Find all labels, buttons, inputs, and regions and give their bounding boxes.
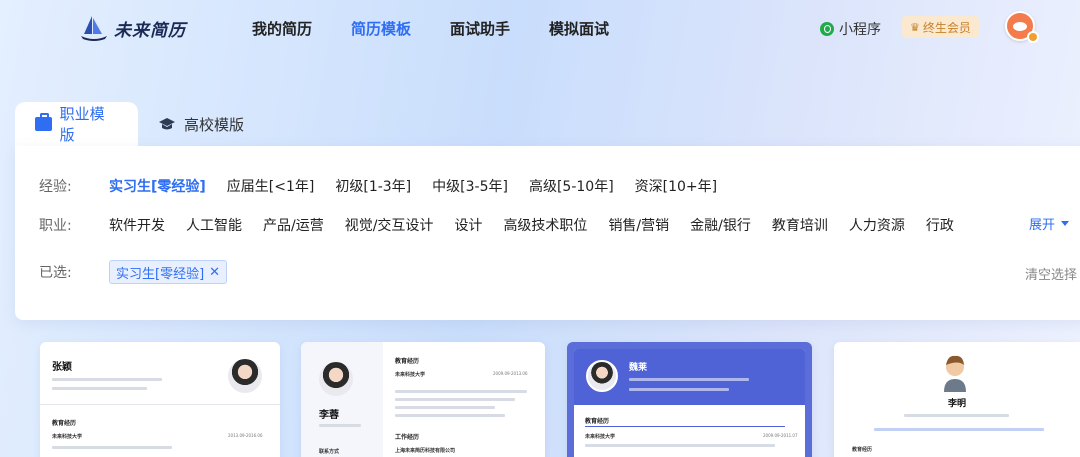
card-school: 未来科技大学	[585, 434, 616, 440]
filter-panel: 经验: 实习生[零经验] 应届生[<1年] 初级[1-3年] 中级[3-5年] …	[15, 146, 1080, 320]
card-school: 未来科技大学	[52, 434, 83, 440]
card-section-title: 教育经历	[395, 358, 420, 365]
card-section-title: 工作经历	[395, 434, 420, 441]
experience-filter-row: 经验: 实习生[零经验] 应届生[<1年] 初级[1-3年] 中级[3-5年] …	[39, 176, 738, 196]
experience-option[interactable]: 资深[10+年]	[635, 176, 717, 196]
card-company: 上海未来简历科技有限公司	[395, 448, 456, 454]
nav-interview-assistant[interactable]: 面试助手	[450, 18, 510, 39]
tab-college-templates[interactable]: 高校模版	[138, 102, 264, 146]
experience-option[interactable]: 初级[1-3年]	[335, 176, 411, 196]
card-date: 2009.09-2011.07	[763, 433, 798, 438]
tab-career-templates[interactable]: 职业模版	[15, 102, 138, 146]
experience-option[interactable]: 中级[3-5年]	[432, 176, 508, 196]
career-option[interactable]: 金融/银行	[690, 215, 751, 235]
career-option[interactable]: 软件开发	[109, 215, 165, 235]
vip-label: 终生会员	[922, 20, 971, 35]
card-school: 未来科技大学	[395, 372, 426, 378]
card-date: 2013.09-2016.06	[228, 433, 263, 438]
card-section-title: 教育经历	[52, 420, 77, 427]
template-card[interactable]: 张颖 教育经历 未来科技大学 2013.09-2016.06	[40, 342, 280, 457]
selected-label: 已选:	[39, 265, 72, 281]
career-option[interactable]: 教育培训	[772, 215, 828, 235]
briefcase-icon	[35, 113, 52, 131]
career-option[interactable]: 行政	[926, 215, 954, 235]
card-photo	[319, 362, 353, 396]
card-contact-lines	[52, 378, 172, 390]
card-section-title: 教育经历	[585, 418, 610, 425]
card-section-title: 教育经历	[852, 447, 873, 453]
experience-label: 经验:	[39, 179, 72, 195]
template-card[interactable]: 李明 教育经历	[834, 342, 1080, 457]
clear-selection-button[interactable]: 清空选择	[1025, 264, 1077, 283]
crown-icon: ♛	[910, 20, 920, 34]
card-section-title: 联系方式	[319, 449, 340, 455]
mini-program-link[interactable]: 小程序	[820, 19, 881, 39]
experience-option[interactable]: 高级[5-10年]	[529, 176, 614, 196]
card-date: 2009.09-2013.06	[493, 371, 528, 376]
selected-tag: 实习生[零经验] ✕	[109, 260, 228, 284]
card-name: 李明	[947, 399, 966, 409]
template-card[interactable]: 魏莱 教育经历 未来科技大学 2009.09-2011.07	[567, 342, 812, 457]
main-nav: 我的简历 简历模板 面试助手 模拟面试	[252, 18, 648, 39]
card-name: 张颖	[52, 362, 72, 373]
career-option[interactable]: 产品/运营	[263, 215, 324, 235]
nav-mock-interview[interactable]: 模拟面试	[549, 18, 609, 39]
caret-down-icon	[1061, 221, 1070, 226]
career-label: 职业:	[39, 218, 72, 234]
career-option[interactable]: 人力资源	[849, 215, 905, 235]
mini-program-label: 小程序	[839, 22, 881, 38]
avatar-vip-badge-icon	[1027, 31, 1039, 43]
card-photo	[586, 360, 618, 392]
graduation-cap-icon	[159, 118, 175, 130]
card-name: 李蓉	[319, 410, 339, 421]
template-card[interactable]: 李蓉 联系方式 教育经历 未来科技大学 2009.09-2013.06 工作经历…	[301, 342, 545, 457]
card-photo	[228, 359, 262, 393]
nav-my-resume[interactable]: 我的简历	[252, 18, 312, 39]
career-option[interactable]: 高级技术职位	[503, 215, 587, 235]
logo[interactable]: 未来简历	[78, 12, 186, 44]
avatar-face	[1013, 22, 1027, 31]
logo-text: 未来简历	[114, 20, 186, 41]
experience-option[interactable]: 应届生[<1年]	[227, 176, 315, 196]
career-option[interactable]: 人工智能	[186, 215, 242, 235]
vip-badge[interactable]: ♛ 终生会员	[902, 16, 979, 38]
sailboat-logo-icon	[81, 16, 107, 41]
career-filter-row: 职业: 软件开发 人工智能 产品/运营 视觉/交互设计 设计 高级技术职位 销售…	[39, 215, 975, 235]
career-option[interactable]: 视觉/交互设计	[345, 215, 434, 235]
expand-button[interactable]: 展开	[1029, 214, 1070, 233]
cartoon-avatar-icon	[944, 355, 966, 392]
career-option[interactable]: 设计	[454, 215, 482, 235]
template-tabs: 职业模版 高校模版	[15, 102, 264, 146]
experience-option[interactable]: 实习生[零经验]	[109, 176, 206, 196]
tab-career-label: 职业模版	[59, 105, 105, 144]
selected-filter-row: 已选: 实习生[零经验] ✕	[39, 260, 228, 284]
nav-resume-templates[interactable]: 简历模板	[351, 18, 411, 39]
top-bar: 未来简历 我的简历 简历模板 面试助手 模拟面试 小程序 ♛ 终生会员	[0, 0, 1080, 58]
tab-college-label: 高校模版	[184, 115, 245, 134]
user-avatar[interactable]	[1005, 11, 1039, 43]
expand-label: 展开	[1029, 218, 1056, 233]
card-name: 魏莱	[629, 363, 648, 373]
selected-tag-label: 实习生[零经验]	[116, 266, 205, 282]
close-icon[interactable]: ✕	[209, 265, 220, 280]
career-option[interactable]: 销售/营销	[608, 215, 669, 235]
mini-program-icon	[820, 22, 834, 36]
